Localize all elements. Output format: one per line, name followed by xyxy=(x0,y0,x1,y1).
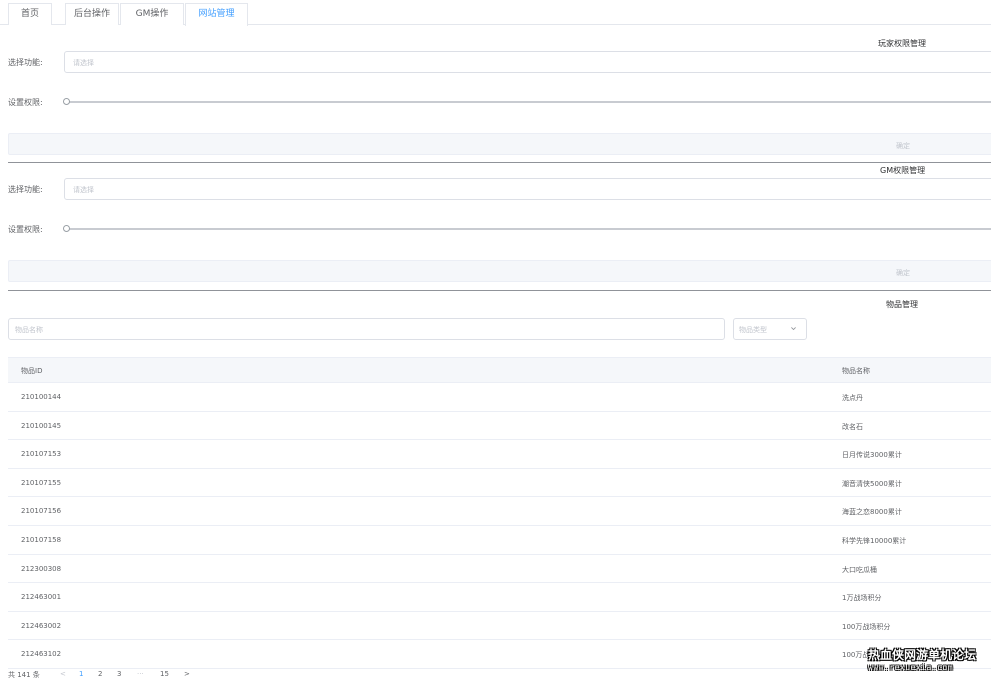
pagination-page-1[interactable]: 1 xyxy=(79,670,83,678)
slider-handle[interactable] xyxy=(63,225,70,232)
gm-confirm-button[interactable]: 确定 xyxy=(8,260,991,282)
tab-home[interactable]: 首页 xyxy=(8,3,52,25)
item-management-title: 物品管理 xyxy=(886,300,918,309)
tab-backend-ops[interactable]: 后台操作 xyxy=(65,3,119,25)
slider-handle[interactable] xyxy=(63,98,70,105)
gm-function-label: 选择功能: xyxy=(8,185,43,194)
table-row: 212463001 1万战场积分 xyxy=(8,583,991,612)
gm-permission-slider[interactable] xyxy=(63,225,991,233)
watermark-line-1: 热血侠网游单机论坛 xyxy=(868,648,977,662)
pagination-total: 共 141 条 xyxy=(8,671,40,679)
player-permission-label: 设置权限: xyxy=(8,98,43,107)
column-header-item-id: 物品ID xyxy=(21,367,43,375)
table-row: 210100144 洗点丹 xyxy=(8,383,991,412)
item-id-cell: 212463001 xyxy=(21,593,62,602)
item-name-cell: 改名石 xyxy=(842,422,863,431)
item-id-cell: 212463002 xyxy=(21,621,62,630)
table-row: 210107158 科学先锋10000累计 xyxy=(8,525,991,555)
slider-track xyxy=(64,101,991,103)
item-name-cell: 100万战场积分 xyxy=(842,622,891,631)
player-function-select[interactable]: 请选择 xyxy=(64,51,991,73)
gm-function-select[interactable]: 请选择 xyxy=(64,178,991,200)
item-name-cell: 潮音清侠5000累计 xyxy=(842,479,902,488)
item-id-cell: 212463102 xyxy=(21,650,62,659)
item-name-cell: 洗点丹 xyxy=(842,394,863,402)
table-row: 210100145 改名石 xyxy=(8,411,991,441)
site-watermark: 热血侠网游单机论坛 www.rexuexia.com xyxy=(868,646,988,672)
player-permissions-title: 玩家权限管理 xyxy=(878,39,926,48)
gm-permission-label: 设置权限: xyxy=(8,225,43,234)
section-divider xyxy=(8,162,991,163)
chevron-down-icon xyxy=(791,327,796,331)
table-row: 210107155 潮音清侠5000累计 xyxy=(8,468,991,498)
table-body: 210100144 洗点丹 210100145 改名石 210107153 日月传说300… xyxy=(8,383,991,669)
column-header-item-name: 物品名称 xyxy=(842,367,870,375)
pagination-page-last[interactable]: 15 xyxy=(160,670,169,678)
table-header: 物品ID 物品名称 xyxy=(8,358,991,383)
table-row: 210107156 海蓝之恋8000累计 xyxy=(8,497,991,526)
item-id-cell: 210107156 xyxy=(21,507,62,516)
gm-permissions-title: GM权限管理 xyxy=(880,166,926,175)
table-row: 210107153 日月传说3000累计 xyxy=(8,440,991,469)
item-name-input[interactable]: 物品名称 xyxy=(8,318,725,340)
tab-site-management[interactable]: 网站管理 xyxy=(185,3,248,26)
item-id-cell: 210107158 xyxy=(21,535,62,544)
item-id-cell: 210107153 xyxy=(21,450,62,459)
table-row: 212463102 100万战场积分 xyxy=(8,640,991,669)
item-name-cell: 海蓝之恋8000累计 xyxy=(842,508,902,517)
items-table: 物品ID 物品名称 210100144 洗点丹 210100145 改名石 210107… xyxy=(8,357,991,669)
item-name-placeholder: 物品名称 xyxy=(15,326,43,334)
watermark-line-2: www.rexuexia.com xyxy=(868,663,954,672)
player-permission-slider[interactable] xyxy=(63,98,991,106)
player-function-label: 选择功能: xyxy=(8,58,43,67)
item-id-cell: 212300308 xyxy=(21,564,62,573)
pagination-ellipsis[interactable]: ··· xyxy=(137,670,144,678)
tab-bar: 首页 后台操作 GM操作 网站管理 xyxy=(0,0,991,26)
item-type-select[interactable]: 物品类型 xyxy=(733,318,807,340)
item-name-cell: 日月传说3000累计 xyxy=(842,451,902,460)
pagination-next-button[interactable]: > xyxy=(184,670,190,678)
pagination-page-2[interactable]: 2 xyxy=(98,670,102,678)
item-name-cell: 1万战场积分 xyxy=(842,594,882,603)
gm-function-placeholder: 请选择 xyxy=(73,186,94,194)
item-id-cell: 210107155 xyxy=(21,478,62,487)
player-confirm-label: 确定 xyxy=(896,142,910,150)
pagination-prev-button[interactable]: < xyxy=(60,670,66,678)
pagination-page-3[interactable]: 3 xyxy=(117,670,121,678)
player-function-placeholder: 请选择 xyxy=(73,59,94,67)
table-row: 212463002 100万战场积分 xyxy=(8,611,991,641)
gm-confirm-label: 确定 xyxy=(896,269,910,277)
item-type-placeholder: 物品类型 xyxy=(739,326,767,334)
item-name-cell: 科学先锋10000累计 xyxy=(842,536,907,545)
item-name-cell: 大口吃瓜桶 xyxy=(842,565,877,574)
section-divider xyxy=(8,290,991,291)
item-id-cell: 210100145 xyxy=(21,421,62,430)
player-confirm-button[interactable]: 确定 xyxy=(8,133,991,155)
item-id-cell: 210100144 xyxy=(21,393,62,401)
table-row: 212300308 大口吃瓜桶 xyxy=(8,554,991,584)
tab-gm-ops[interactable]: GM操作 xyxy=(120,3,184,25)
slider-track xyxy=(64,228,991,230)
